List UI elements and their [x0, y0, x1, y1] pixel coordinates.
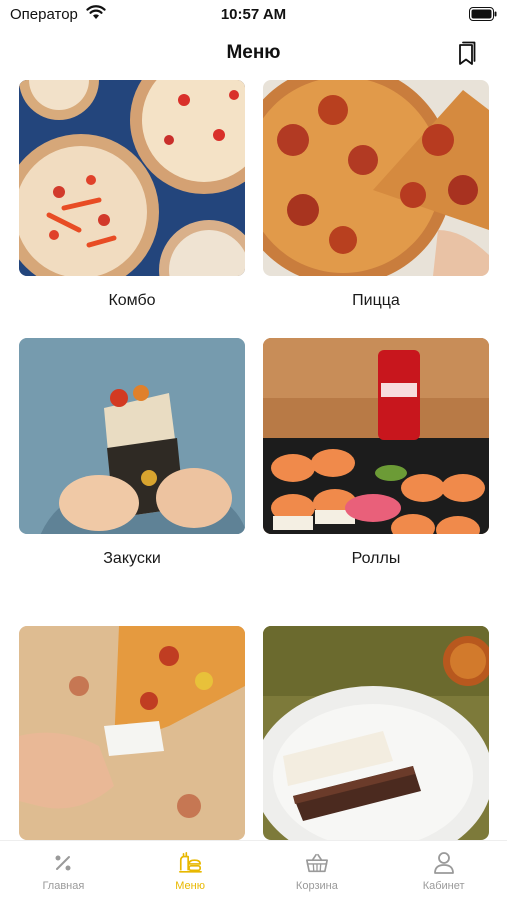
nav-header: Меню — [0, 30, 507, 76]
tab-label: Меню — [175, 880, 205, 892]
bookmark-icon — [459, 41, 476, 65]
menu-food-icon — [178, 851, 203, 875]
tab-label: Кабинет — [422, 880, 465, 892]
tab-cart[interactable]: Корзина — [254, 841, 381, 900]
sushi-rolls-photo — [263, 338, 489, 534]
tab-label: Корзина — [295, 880, 338, 892]
basket-icon — [305, 851, 329, 875]
category-card-combo[interactable]: Комбо — [19, 80, 245, 310]
category-label: Пицца — [352, 292, 400, 309]
category-card-6[interactable] — [263, 626, 489, 840]
shawarma-wrap-photo — [19, 338, 245, 534]
status-time: 10:57 AM — [220, 6, 287, 23]
category-label: Закуски — [103, 550, 161, 567]
category-card-snacks[interactable]: Закуски — [19, 338, 245, 568]
battery-icon — [469, 7, 497, 26]
user-icon — [432, 851, 456, 875]
tab-account[interactable]: Кабинет — [380, 841, 507, 900]
bookmark-button[interactable] — [453, 39, 479, 69]
category-card-rolls[interactable]: Роллы — [263, 338, 489, 568]
category-grid: Комбо Пицца Закуски Роллы — [0, 76, 507, 840]
tab-bar: Главная Меню Корзина Кабинет — [0, 840, 507, 900]
tab-label: Главная — [42, 880, 85, 892]
dessert-cake-photo — [263, 626, 489, 840]
status-bar: Оператор 10:57 AM — [0, 0, 507, 30]
pizza-combo-photo — [19, 80, 245, 276]
pizza-slice-photo — [19, 626, 245, 840]
category-card-5[interactable] — [19, 626, 245, 840]
tab-home[interactable]: Главная — [0, 841, 127, 900]
pepperoni-pizza-photo — [263, 80, 489, 276]
category-label: Роллы — [351, 550, 401, 567]
page-title: Меню — [226, 42, 281, 63]
category-card-pizza[interactable]: Пицца — [263, 80, 489, 310]
category-label: Комбо — [108, 292, 156, 309]
tab-menu[interactable]: Меню — [127, 841, 254, 900]
percent-icon — [51, 851, 75, 875]
